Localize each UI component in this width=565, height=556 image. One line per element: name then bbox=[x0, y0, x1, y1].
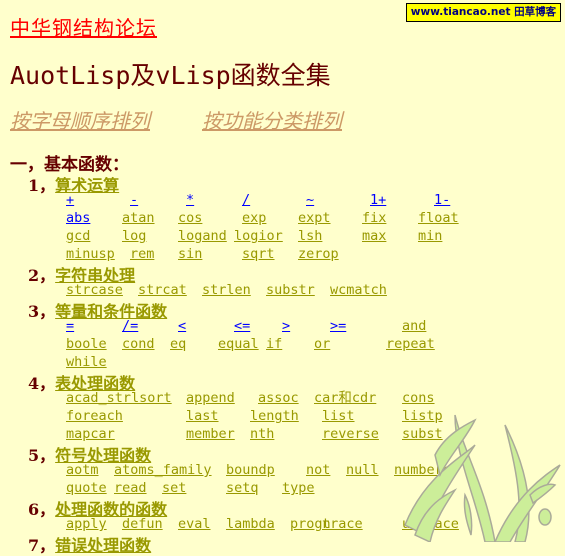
sort-by-function-link[interactable]: 按功能分类排列 bbox=[202, 105, 342, 134]
blog-badge-link[interactable]: www.tiancao.net 田草博客 bbox=[406, 3, 561, 22]
function-link[interactable]: length bbox=[250, 408, 299, 424]
function-link[interactable]: * bbox=[186, 192, 194, 208]
subsection-number: 5， bbox=[28, 446, 56, 465]
function-link[interactable]: logior bbox=[234, 228, 283, 244]
function-link[interactable]: strcat bbox=[138, 282, 187, 298]
function-link[interactable]: minusp bbox=[66, 246, 115, 262]
function-link[interactable]: sin bbox=[178, 246, 202, 262]
function-link[interactable]: if bbox=[266, 336, 282, 352]
function-link[interactable]: exp bbox=[242, 210, 266, 226]
function-link[interactable]: numberp bbox=[394, 462, 451, 478]
function-link[interactable]: setq bbox=[226, 480, 259, 496]
function-link[interactable]: strlen bbox=[202, 282, 251, 298]
function-link[interactable]: 1+ bbox=[370, 192, 386, 208]
function-link[interactable]: float bbox=[418, 210, 459, 226]
function-link[interactable]: and bbox=[402, 318, 426, 334]
function-link[interactable]: member bbox=[186, 426, 235, 442]
function-link[interactable]: equal bbox=[218, 336, 259, 352]
function-link[interactable]: cond bbox=[122, 336, 155, 352]
function-link[interactable]: listp bbox=[402, 408, 443, 424]
function-link[interactable]: foreach bbox=[66, 408, 123, 424]
function-link[interactable]: subst bbox=[402, 426, 443, 442]
function-link[interactable]: boundp bbox=[226, 462, 275, 478]
function-link[interactable]: set bbox=[162, 480, 186, 496]
function-link[interactable]: <= bbox=[234, 318, 250, 334]
function-link[interactable]: aotm bbox=[66, 462, 99, 478]
function-link[interactable]: > bbox=[282, 318, 290, 334]
page-title: AuotLisp及vLisp函数全集 bbox=[10, 61, 331, 90]
function-link[interactable]: last bbox=[186, 408, 219, 424]
function-link[interactable]: - bbox=[130, 192, 138, 208]
function-link[interactable]: read bbox=[114, 480, 147, 496]
function-link[interactable]: sqrt bbox=[242, 246, 275, 262]
function-link[interactable]: trace bbox=[322, 516, 363, 532]
subsection-number: 7， bbox=[28, 536, 56, 555]
function-link[interactable]: ~ bbox=[306, 192, 314, 208]
function-link[interactable]: lambda bbox=[226, 516, 275, 532]
subsection-heading: 3，等量和条件函数 bbox=[28, 298, 167, 322]
function-link[interactable]: append bbox=[186, 390, 235, 406]
function-link[interactable]: >= bbox=[330, 318, 346, 334]
function-link[interactable]: cos bbox=[178, 210, 202, 226]
function-link[interactable]: < bbox=[178, 318, 186, 334]
function-link[interactable]: cons bbox=[402, 390, 435, 406]
subsection-number: 1， bbox=[28, 176, 56, 195]
function-link[interactable]: nth bbox=[250, 426, 274, 442]
function-link[interactable]: lsh bbox=[298, 228, 322, 244]
function-link[interactable]: strcase bbox=[66, 282, 123, 298]
function-link[interactable]: boole bbox=[66, 336, 107, 352]
function-link[interactable]: + bbox=[66, 192, 74, 208]
function-link[interactable]: atan bbox=[122, 210, 155, 226]
function-link[interactable]: null bbox=[346, 462, 379, 478]
subsection-number: 3， bbox=[28, 302, 56, 321]
function-link[interactable]: max bbox=[362, 228, 386, 244]
function-link[interactable]: abs bbox=[66, 210, 90, 226]
function-link[interactable]: atoms_family bbox=[114, 462, 212, 478]
function-link[interactable]: zerop bbox=[298, 246, 339, 262]
function-link[interactable]: /= bbox=[122, 318, 138, 334]
subsection-link[interactable]: 算术运算 bbox=[55, 176, 119, 195]
subsection-number: 2， bbox=[28, 266, 56, 285]
subsection-link[interactable]: 错误处理函数 bbox=[55, 536, 151, 555]
function-link[interactable]: logand bbox=[178, 228, 227, 244]
function-link[interactable]: not bbox=[306, 462, 330, 478]
sort-alphabetical-link[interactable]: 按字母顺序排列 bbox=[10, 105, 150, 134]
function-link[interactable]: or bbox=[314, 336, 330, 352]
function-link[interactable]: / bbox=[242, 192, 250, 208]
function-link[interactable]: untrace bbox=[402, 516, 459, 532]
function-link[interactable]: eval bbox=[178, 516, 211, 532]
function-link[interactable]: list bbox=[322, 408, 355, 424]
function-link[interactable]: fix bbox=[362, 210, 386, 226]
function-link[interactable]: car和cdr bbox=[314, 390, 376, 406]
function-link[interactable]: defun bbox=[122, 516, 163, 532]
function-link[interactable]: assoc bbox=[258, 390, 299, 406]
function-link[interactable]: apply bbox=[66, 516, 107, 532]
function-link[interactable]: log bbox=[122, 228, 146, 244]
subsection-number: 6， bbox=[28, 500, 56, 519]
function-link[interactable]: = bbox=[66, 318, 74, 334]
function-link[interactable]: type bbox=[282, 480, 315, 496]
site-home-link[interactable]: 中华钢结构论坛 bbox=[10, 12, 157, 41]
function-link[interactable]: mapcar bbox=[66, 426, 115, 442]
function-link[interactable]: eq bbox=[170, 336, 186, 352]
function-link[interactable]: 1- bbox=[434, 192, 450, 208]
function-link[interactable]: while bbox=[66, 354, 107, 370]
function-link[interactable]: min bbox=[418, 228, 442, 244]
function-link[interactable]: reverse bbox=[322, 426, 379, 442]
function-link[interactable]: quote bbox=[66, 480, 107, 496]
subsection-heading: 7，错误处理函数 bbox=[28, 532, 151, 556]
function-link[interactable]: wcmatch bbox=[330, 282, 387, 298]
function-link[interactable]: gcd bbox=[66, 228, 90, 244]
function-link[interactable]: substr bbox=[266, 282, 315, 298]
function-link[interactable]: repeat bbox=[386, 336, 435, 352]
function-link[interactable]: expt bbox=[298, 210, 331, 226]
function-link[interactable]: acad_strlsort bbox=[66, 390, 172, 406]
subsection-number: 4， bbox=[28, 374, 56, 393]
function-link[interactable]: rem bbox=[130, 246, 154, 262]
